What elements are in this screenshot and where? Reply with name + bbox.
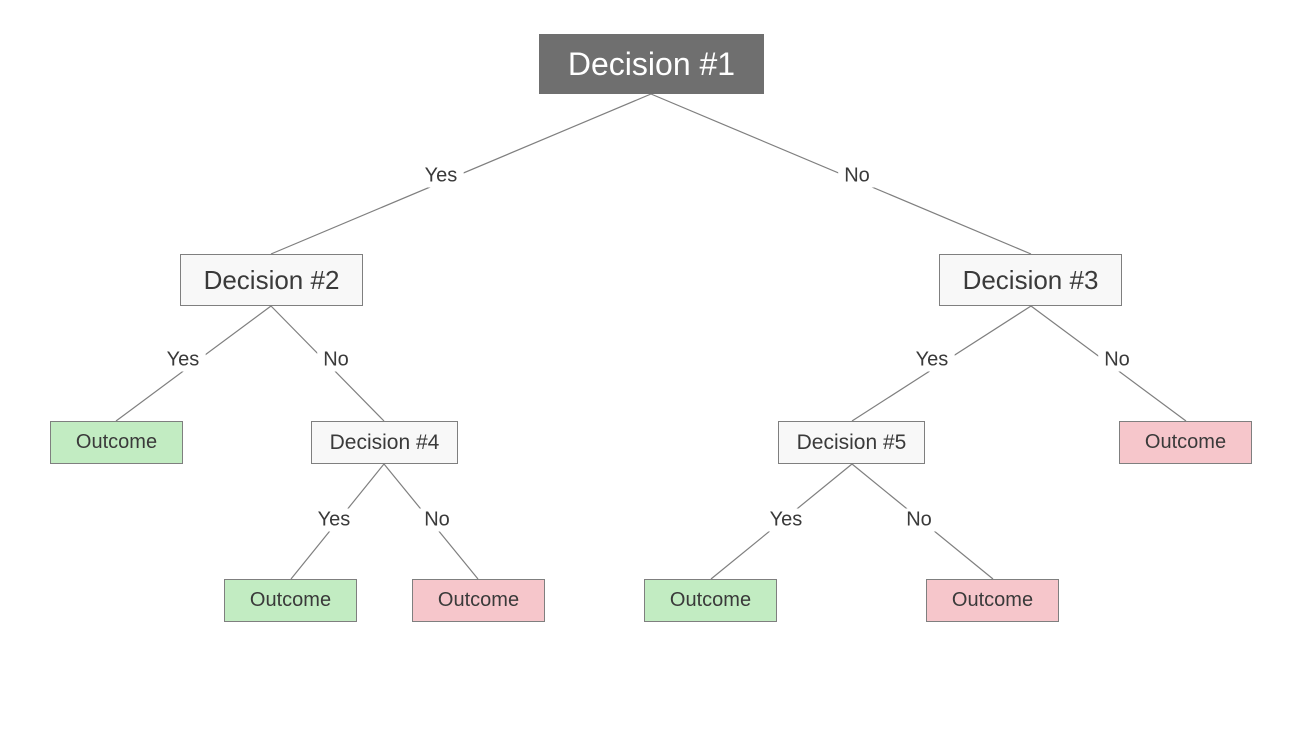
outcome-e-label: Outcome bbox=[670, 589, 751, 612]
outcome-f-label: Outcome bbox=[952, 589, 1033, 612]
edge-d2-no: No bbox=[317, 349, 355, 372]
edge-d2-yes: Yes bbox=[161, 349, 206, 372]
decision-1-node: Decision #1 bbox=[539, 34, 764, 94]
decision-3-label: Decision #3 bbox=[963, 265, 1099, 296]
outcome-d-node: Outcome bbox=[1119, 421, 1252, 464]
outcome-b-label: Outcome bbox=[250, 589, 331, 612]
edge-d3-no: No bbox=[1098, 349, 1136, 372]
edge-d4-yes: Yes bbox=[312, 509, 357, 532]
edge-root-no: No bbox=[838, 165, 876, 188]
outcome-a-label: Outcome bbox=[76, 431, 157, 454]
decision-4-label: Decision #4 bbox=[330, 431, 440, 455]
edge-d3-yes: Yes bbox=[910, 349, 955, 372]
decision-2-label: Decision #2 bbox=[204, 265, 340, 296]
edge-root-yes: Yes bbox=[419, 165, 464, 188]
outcome-b-node: Outcome bbox=[224, 579, 357, 622]
decision-3-node: Decision #3 bbox=[939, 254, 1122, 306]
outcome-c-node: Outcome bbox=[412, 579, 545, 622]
decision-5-node: Decision #5 bbox=[778, 421, 925, 464]
outcome-e-node: Outcome bbox=[644, 579, 777, 622]
decision-1-label: Decision #1 bbox=[568, 46, 735, 83]
outcome-f-node: Outcome bbox=[926, 579, 1059, 622]
outcome-a-node: Outcome bbox=[50, 421, 183, 464]
edge-d5-yes: Yes bbox=[764, 509, 809, 532]
edge-d5-no: No bbox=[900, 509, 938, 532]
edge-d4-no: No bbox=[418, 509, 456, 532]
decision-5-label: Decision #5 bbox=[797, 431, 907, 455]
outcome-c-label: Outcome bbox=[438, 589, 519, 612]
outcome-d-label: Outcome bbox=[1145, 431, 1226, 454]
decision-4-node: Decision #4 bbox=[311, 421, 458, 464]
decision-2-node: Decision #2 bbox=[180, 254, 363, 306]
